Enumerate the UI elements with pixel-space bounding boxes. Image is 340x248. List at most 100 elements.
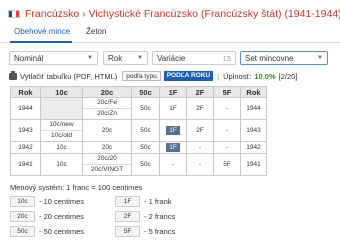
active-tab-indicator: [10, 41, 72, 43]
legend-text: - 5 francs: [144, 227, 176, 236]
legend-text: - 1 frank: [144, 197, 172, 206]
nominal-select[interactable]: Nominál ▼: [9, 51, 98, 65]
table-header-row: Rok 10c 20c 50c 1F 2F 5F Rok: [10, 86, 267, 98]
legend-item: 1F - 1 frank: [115, 196, 172, 207]
tab-bar: Obehové mince Žeton: [0, 25, 340, 43]
coin-cell[interactable]: 2F: [186, 97, 214, 120]
variations-filter[interactable]: Variácie 15: [152, 51, 236, 65]
coin-variant[interactable]: 20c/20: [83, 154, 131, 164]
column-header: 10c: [40, 86, 83, 98]
legend-row: 50c - 50 centimes 5F - 5 francs: [10, 226, 330, 238]
legend-text: - 20 centimes: [39, 212, 85, 221]
coin-cell[interactable]: 20c: [82, 141, 132, 154]
owned-coin-badge[interactable]: 1F: [166, 126, 180, 135]
year-cell: 1944: [10, 97, 41, 120]
legend-item: 50c - 50 centimes: [10, 226, 84, 237]
owned-coin-badge[interactable]: 1F: [166, 143, 180, 152]
chevron-down-icon: ▼: [317, 55, 323, 61]
legend-item: 2F - 2 francs: [115, 211, 175, 222]
coin-cell[interactable]: 10c: [40, 141, 83, 154]
column-header: 20c: [82, 86, 132, 98]
coin-variant[interactable]: 20c/VINGT: [83, 164, 131, 175]
table-toolbar: Vytlačiť tabuľku (PDF, HTML) podľa typu …: [9, 70, 297, 82]
variations-count: 15: [222, 53, 231, 63]
coin-cell[interactable]: 5F: [213, 153, 241, 176]
page-header: Francúzsko › Vichystické Francúzsko (Fra…: [8, 6, 340, 22]
coin-variant[interactable]: 10c/old: [41, 130, 82, 141]
print-table-link[interactable]: Vytlačiť tabuľku (PDF, HTML): [20, 72, 117, 81]
coin-cell[interactable]: 10c: [40, 153, 83, 176]
chevron-down-icon: ▼: [87, 55, 93, 61]
coin-cell: -: [159, 153, 187, 176]
year-cell: 1943: [10, 119, 41, 142]
legend-badge: 5F: [115, 226, 140, 237]
year-cell: 1941: [10, 153, 41, 176]
coin-variant[interactable]: 20c/Zn: [83, 108, 131, 119]
coin-cell: 20c/20 20c/VINGT: [82, 153, 132, 176]
column-header: Rok: [10, 86, 41, 98]
tab-tokens[interactable]: Žeton: [86, 27, 106, 36]
year-cell: 1942: [10, 141, 41, 154]
coin-cell: 10c/new 10c/old: [40, 119, 83, 142]
coin-cell: -: [213, 97, 241, 120]
column-header: Rok: [240, 86, 267, 98]
by-type-button[interactable]: podľa typu: [122, 71, 161, 81]
coin-cell-empty: [40, 97, 83, 120]
legend-item: 5F - 5 francs: [115, 226, 175, 237]
year-select[interactable]: Rok ▼: [103, 51, 148, 65]
completeness-percent: 10.0%: [254, 71, 276, 81]
legend-row: 10c - 10 centimes 1F - 1 frank: [10, 196, 330, 208]
coin-cell: -: [186, 153, 214, 176]
table-row: 1943 10c/new 10c/old 20c 50c 1F 2F - 194…: [10, 119, 267, 142]
page-title[interactable]: Francúzsko › Vichystické Francúzsko (Fra…: [25, 8, 340, 20]
table-row: 1941 10c 20c/20 20c/VINGT 50c - - 5F 194…: [10, 153, 267, 176]
coin-cell-owned[interactable]: 1F: [159, 119, 187, 142]
column-header: 5F: [213, 86, 241, 98]
coin-set-select[interactable]: Set mincovne ▼: [240, 51, 328, 65]
coin-cell[interactable]: 50c: [131, 97, 160, 120]
coin-cell: -: [213, 119, 241, 142]
legend-badge: 1F: [115, 196, 140, 207]
column-header: 1F: [159, 86, 187, 98]
legend-text: - 50 centimes: [39, 227, 85, 236]
france-flag-icon: [8, 10, 20, 18]
toolbar-divider: |: [217, 71, 220, 81]
coin-variant[interactable]: 20c/Fe: [83, 98, 131, 108]
by-year-button[interactable]: PODĽA ROKU: [163, 71, 214, 81]
coin-table: Rok 10c 20c 50c 1F 2F 5F Rok 1944 20c/Fe…: [10, 86, 267, 176]
coin-cell-owned[interactable]: 1F: [159, 141, 187, 154]
legend-row: 20c - 20 centimes 2F - 2 francs: [10, 211, 330, 223]
coin-cell[interactable]: 2F: [186, 119, 214, 142]
legend-item: 10c - 10 centimes: [10, 196, 84, 207]
table-row: 1942 10c 20c 50c 1F - - 1942: [10, 141, 267, 154]
coin-variant[interactable]: 10c/new: [41, 120, 82, 130]
coin-cell: 20c/Fe 20c/Zn: [82, 97, 132, 120]
coin-cell[interactable]: 20c: [82, 119, 132, 142]
column-header: 2F: [186, 86, 214, 98]
chevron-down-icon: ▼: [137, 55, 143, 61]
legend-text: - 10 centimes: [39, 197, 85, 206]
coin-cell[interactable]: 1F: [159, 97, 187, 120]
coin-set-label: Set mincovne: [245, 53, 294, 63]
coin-cell[interactable]: 50c: [131, 119, 160, 142]
legend-badge: 20c: [10, 211, 35, 222]
coin-cell[interactable]: 50c: [131, 153, 160, 176]
column-header: 50c: [131, 86, 160, 98]
variations-label: Variácie: [157, 53, 186, 63]
completeness-count: [2/20]: [278, 71, 298, 81]
year-cell: 1943: [240, 119, 267, 142]
legend-text: - 2 francs: [144, 212, 176, 221]
nominal-select-label: Nominál: [14, 53, 44, 63]
coin-cell[interactable]: 50c: [131, 141, 160, 154]
year-cell: 1944: [240, 97, 267, 120]
year-cell: 1942: [240, 141, 267, 154]
legend-badge: 2F: [115, 211, 140, 222]
year-select-label: Rok: [108, 53, 123, 63]
coin-cell: -: [213, 141, 241, 154]
coin-cell: -: [186, 141, 214, 154]
legend-badge: 10c: [10, 196, 35, 207]
year-cell: 1941: [240, 153, 267, 176]
table-row: 1944 20c/Fe 20c/Zn 50c 1F 2F - 1944: [10, 97, 267, 120]
tab-circulation-coins[interactable]: Obehové mince: [14, 27, 70, 36]
legend-badge: 50c: [10, 226, 35, 237]
